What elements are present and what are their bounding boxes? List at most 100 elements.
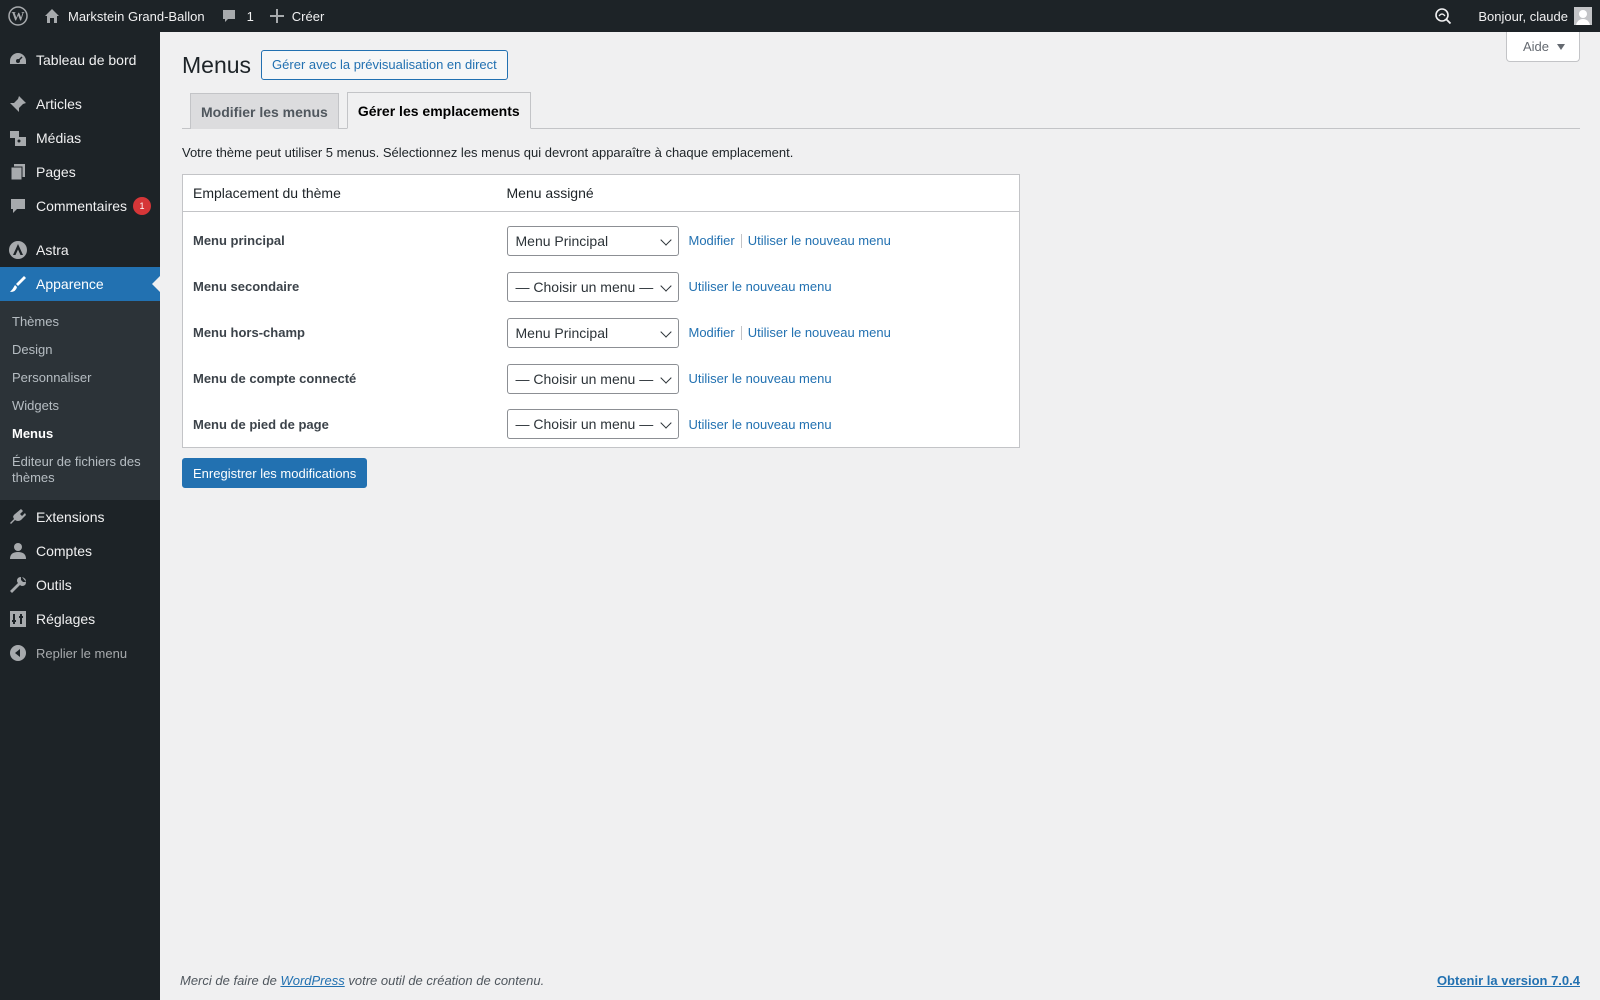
location-name: Menu de pied de page — [193, 416, 329, 432]
submenu-item-widgets[interactable]: Widgets — [0, 392, 160, 420]
site-name-link[interactable]: Markstein Grand-Ballon — [36, 0, 213, 32]
user-icon — [8, 541, 28, 561]
wordpress-link[interactable]: WordPress — [280, 973, 344, 988]
table-row: Menu hors-champ Menu Principal Modifier U… — [183, 310, 1020, 356]
sidebar-item-pages[interactable]: Pages — [0, 155, 160, 189]
sidebar-item-comments[interactable]: Commentaires 1 — [0, 189, 160, 223]
main-content: Aide Menus Gérer avec la prévisualisatio… — [160, 32, 1600, 1000]
sidebar-item-label: Commentaires — [36, 198, 128, 214]
wrench-icon — [8, 575, 28, 595]
help-tab-button[interactable]: Aide — [1505, 32, 1580, 62]
new-label: Créer — [291, 8, 325, 24]
collapse-icon — [8, 643, 28, 663]
link-divider — [740, 325, 742, 340]
sidebar-item-settings[interactable]: Réglages — [0, 602, 160, 636]
admin-bar: W Markstein Grand-Ballon 1 Créer Bonjour… — [0, 0, 1600, 32]
select-value: — Choisir un menu — — [515, 278, 654, 295]
sidebar-item-articles[interactable]: Articles — [0, 87, 160, 121]
location-menu-select[interactable]: — Choisir un menu — — [506, 271, 679, 302]
home-icon — [44, 8, 60, 24]
select-value: — Choisir un menu — — [515, 370, 654, 387]
sidebar-item-label: Comptes — [36, 543, 93, 559]
chevron-down-icon — [659, 279, 672, 292]
select-value: — Choisir un menu — — [515, 416, 654, 433]
plugin-icon — [8, 507, 28, 527]
sidebar-item-label: Médias — [36, 130, 82, 146]
sidebar-item-media[interactable]: Médias — [0, 121, 160, 155]
use-new-menu-link[interactable]: Utiliser le nouveau menu — [689, 417, 832, 432]
sidebar-item-label: Pages — [36, 164, 76, 180]
edit-menu-link[interactable]: Modifier — [689, 325, 735, 340]
submenu-item-design[interactable]: Design — [0, 336, 160, 364]
location-menu-select[interactable]: — Choisir un menu — — [506, 363, 679, 394]
column-header-location: Emplacement du thème — [182, 174, 497, 212]
settings-icon — [8, 609, 28, 629]
nav-tabs: Modifier les menus Gérer les emplacement… — [182, 92, 1580, 129]
my-account-link[interactable]: Bonjour, claude — [1470, 0, 1600, 32]
footer-thanks-before: Merci de faire de — [180, 973, 281, 988]
submenu-item-theme-editor[interactable]: Éditeur de fichiers des thèmes — [0, 448, 160, 492]
tab-edit-menus[interactable]: Modifier les menus — [190, 93, 339, 129]
submenu-item-customize[interactable]: Personnaliser — [0, 364, 160, 392]
sidebar-item-label: Extensions — [36, 509, 105, 525]
greeting: Bonjour, claude — [1478, 8, 1568, 24]
wordpress-logo-icon[interactable]: W — [0, 0, 36, 32]
collapse-menu-button[interactable]: Replier le menu — [0, 636, 160, 670]
table-row: Menu principal Menu Principal Modifier Ut… — [183, 212, 1020, 264]
sidebar-item-label: Outils — [36, 577, 72, 593]
select-value: Menu Principal — [515, 232, 609, 249]
astra-icon — [8, 240, 28, 260]
media-icon — [8, 128, 28, 148]
upgrade-link[interactable]: Obtenir la version 7.0.4 — [1437, 973, 1580, 988]
live-preview-button[interactable]: Gérer avec la prévisualisation en direct — [261, 50, 508, 80]
footer-thanks: Merci de faire de WordPress votre outil … — [180, 973, 544, 988]
chevron-down-icon — [659, 325, 672, 338]
table-row: Menu de compte connecté — Choisir un men… — [183, 356, 1020, 402]
help-label: Aide — [1522, 39, 1549, 54]
caret-down-icon — [1557, 43, 1565, 50]
sidebar-item-dashboard[interactable]: Tableau de bord — [0, 43, 160, 77]
sidebar-item-tools[interactable]: Outils — [0, 568, 160, 602]
use-new-menu-link[interactable]: Utiliser le nouveau menu — [748, 325, 891, 340]
tab-manage-locations[interactable]: Gérer les emplacements — [346, 92, 531, 129]
location-menu-select[interactable]: Menu Principal — [506, 317, 679, 348]
site-name: Markstein Grand-Ballon — [68, 8, 205, 24]
comment-icon — [221, 8, 237, 24]
search-icon[interactable] — [1426, 0, 1460, 32]
use-new-menu-link[interactable]: Utiliser le nouveau menu — [689, 279, 832, 294]
use-new-menu-link[interactable]: Utiliser le nouveau menu — [748, 233, 891, 248]
brush-icon — [8, 274, 28, 294]
location-name: Menu principal — [193, 233, 285, 249]
submenu-item-themes[interactable]: Thèmes — [0, 308, 160, 336]
chevron-down-icon — [659, 417, 672, 429]
sidebar-item-accounts[interactable]: Comptes — [0, 534, 160, 568]
sidebar-item-label: Astra — [36, 242, 69, 258]
use-new-menu-link[interactable]: Utiliser le nouveau menu — [689, 371, 832, 386]
sidebar-item-appearance[interactable]: Apparence — [0, 267, 160, 301]
footer: Merci de faire de WordPress votre outil … — [180, 973, 1580, 988]
sidebar-item-astra[interactable]: Astra — [0, 233, 160, 267]
admin-sidebar: Tableau de bord Articles Médias Pages Co… — [0, 32, 160, 1000]
dashboard-icon — [8, 50, 28, 70]
location-name: Menu hors-champ — [193, 325, 305, 340]
location-name: Menu de compte connecté — [193, 371, 357, 386]
chevron-down-icon — [659, 371, 672, 384]
edit-menu-link[interactable]: Modifier — [689, 233, 735, 248]
new-content-link[interactable]: Créer — [262, 0, 333, 32]
save-changes-button[interactable]: Enregistrer les modifications — [182, 458, 368, 488]
sidebar-item-extensions[interactable]: Extensions — [0, 500, 160, 534]
collapse-label: Replier le menu — [36, 645, 128, 661]
pages-icon — [8, 162, 28, 182]
chevron-down-icon — [659, 234, 672, 246]
link-divider — [740, 233, 742, 248]
sidebar-item-label: Réglages — [36, 611, 96, 627]
submenu-item-menus[interactable]: Menus — [0, 420, 160, 448]
comments-link[interactable]: 1 — [213, 0, 262, 32]
location-menu-select[interactable]: Menu Principal — [506, 225, 679, 256]
sidebar-item-label: Apparence — [36, 276, 104, 292]
location-name: Menu secondaire — [193, 279, 300, 294]
location-menu-select[interactable]: — Choisir un menu — — [506, 409, 679, 440]
column-header-assigned-menu: Menu assigné — [496, 174, 1020, 212]
select-value: Menu Principal — [515, 324, 609, 341]
page-title: Menus — [182, 51, 252, 78]
